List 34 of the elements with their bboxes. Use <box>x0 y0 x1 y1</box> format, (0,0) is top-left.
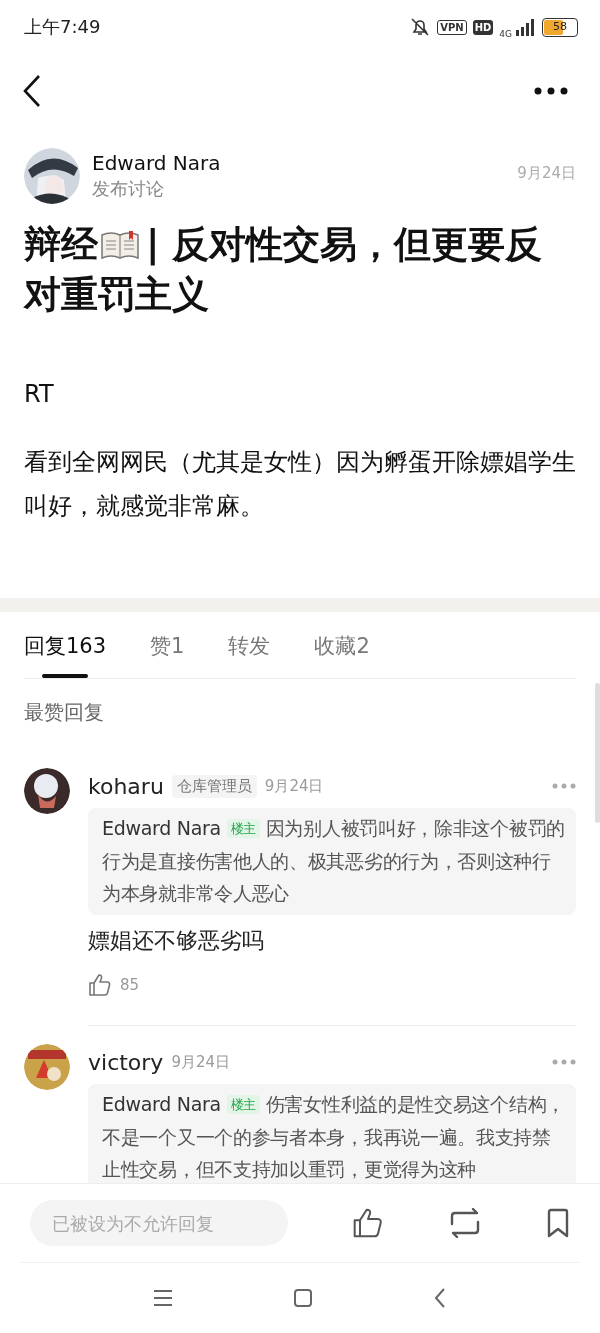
book-icon <box>100 230 140 260</box>
tab[interactable]: 赞1 <box>150 624 185 678</box>
post-paragraph: 看到全网网民（尤其是女性）因为孵蛋开除嫖娼学生叫好，就感觉非常麻。 <box>24 447 576 522</box>
thumbs-up-icon[interactable] <box>352 1207 384 1239</box>
post-title: | 反对性交易，但更要反 <box>146 222 543 268</box>
section-title: 最赞回复 <box>23 699 105 726</box>
comment-text: 嫖娼还不够恶劣吗 <box>88 927 265 955</box>
vpn-badge: VPN <box>437 19 467 35</box>
home-icon[interactable] <box>293 1288 313 1308</box>
comment-username[interactable]: victory <box>88 1049 164 1075</box>
tab[interactable]: 转发 <box>228 624 271 678</box>
signal-icon <box>514 18 536 36</box>
author-name[interactable]: Edward Nara <box>92 151 506 175</box>
thumbs-up-icon[interactable] <box>88 973 112 997</box>
post-paragraph: RT <box>24 379 55 410</box>
bookmark-icon[interactable] <box>546 1208 570 1238</box>
back-icon[interactable] <box>22 74 42 108</box>
role-tag: 仓库管理员 <box>171 774 257 798</box>
menu-icon[interactable] <box>153 1289 173 1307</box>
comment-date: 9月24日 <box>171 1052 231 1072</box>
tab[interactable]: 收藏2 <box>314 624 370 678</box>
post-action: 发布讨论 <box>92 177 165 201</box>
repost-icon[interactable] <box>448 1208 482 1238</box>
tab[interactable]: 回复163 <box>24 624 107 678</box>
like-count: 85 <box>120 976 140 994</box>
comment-date: 9月24日 <box>264 776 324 796</box>
more-icon[interactable] <box>534 87 568 95</box>
post-title: 对重罚主义 <box>24 272 209 318</box>
post-title-prefix: 辩经 <box>24 222 98 268</box>
comment-username[interactable]: koharu <box>88 773 164 799</box>
status-time: 上午7:49 <box>24 15 101 39</box>
hd-badge: HD <box>472 19 494 35</box>
network-type: 4G <box>499 29 512 39</box>
post-date: 9月24日 <box>517 164 576 183</box>
